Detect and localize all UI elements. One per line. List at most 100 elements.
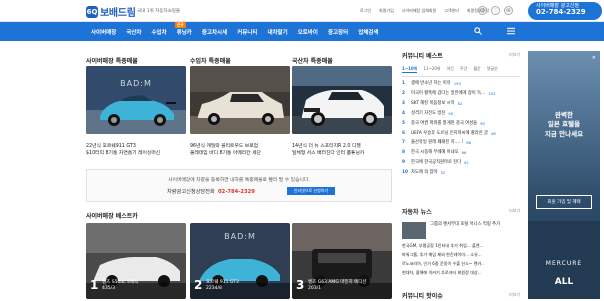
cyber-featured-title: 사이버매장 특중매물	[86, 58, 138, 65]
list-item[interactable]: 4 성격기 자전도 방진 90	[402, 109, 520, 119]
featured-caption-1[interactable]: 22년식 포르쉐911 GT3 $10터익 8기통 자연흡기 레이싱머신	[86, 143, 186, 157]
rank-number: 1	[402, 81, 405, 86]
comment-count: 52	[440, 170, 446, 176]
best-car-3[interactable]: 3 벤츠 G63 AMG 마진치 에디션 203/1	[292, 223, 392, 299]
list-item[interactable]: 10 차도에 의 잡아 52	[402, 168, 520, 178]
rank-number: 9	[402, 160, 405, 166]
featured-caption-2[interactable]: 96년식 캐딜락 플리트우드 브로엄 풀레데임 바디 8기통 아메리칸 세단	[190, 143, 290, 157]
community-tabs: 1~10위 11~20위 야간 주간 월간 댓글순	[402, 66, 520, 77]
comment-count: 46	[491, 130, 496, 136]
nav-community[interactable]: 커뮤니티	[232, 28, 262, 36]
best-caption-2: 포르쉐 911 GT3 2234/8	[206, 280, 239, 293]
best-rank-1: 1	[90, 278, 99, 292]
list-item[interactable]: 8 한국 시동해 무례해 아내오 66	[402, 148, 520, 158]
tab-comments[interactable]: 댓글순	[487, 66, 498, 73]
list-item[interactable]: 6 UEFA 우승후 도르님 인지파씨에 졸라온 글 46	[402, 129, 520, 139]
sidebar-ad-brand: MERCURE	[545, 260, 583, 267]
nav-motorcycle[interactable]: 오토바이	[293, 28, 323, 36]
featured-caption-3[interactable]: 14년식 더 뉴 스포티지R 2.0 디젤 일체형 서스 배터진다 인터 품튜닝…	[292, 143, 392, 157]
signup-link[interactable]: 회원가입	[379, 8, 394, 14]
logo-mark: 6Q	[86, 5, 98, 18]
news-headline[interactable]: 그룹의 벤서부대 포털 어니스 킥링 추가	[402, 222, 520, 239]
nav-tuning-label: 튜닝카	[176, 29, 192, 36]
rank-number: 8	[402, 150, 405, 156]
news-headline-text: 그룹의 벤서부대 포털 어니스 킥링 추가	[430, 222, 501, 227]
comment-count: 66	[466, 140, 472, 146]
list-item[interactable]: 파워그룹, 추가 매입 제외 한진레이아... 소유...	[402, 250, 520, 259]
rank-number: 6	[402, 130, 405, 136]
comment-count: 66	[461, 150, 467, 156]
tab-rank-11-20[interactable]: 11~20위	[423, 66, 440, 73]
best-rank-2: 2	[194, 278, 203, 292]
list-item[interactable]: 7 울산유일 원래 폐쇄된 지.....! 66	[402, 138, 520, 148]
featured-car-image-1[interactable]: BAD:M	[86, 66, 186, 134]
rank-number: 2	[402, 90, 405, 96]
tab-rank-1-10[interactable]: 1~10위	[402, 66, 418, 73]
tab-night[interactable]: 야간	[447, 66, 454, 73]
nav-cyber-store[interactable]: 사이버매장	[86, 28, 121, 36]
featured-car-image-2[interactable]	[190, 66, 290, 134]
domestic-featured-title: 국산차 특중매물	[292, 58, 333, 65]
car-news-more-link[interactable]: 더보기	[509, 208, 520, 214]
nav-used-price[interactable]: 중고차시세	[197, 28, 232, 36]
list-item[interactable]: 르노코리아, 인가 6중 운동이 수출 신소~ 렌카..	[402, 259, 520, 268]
nav-sell-my-car[interactable]: 내차팔기	[262, 28, 292, 36]
sidebar-ad-join-button[interactable]: 회원 가입 및 혜택	[536, 195, 592, 209]
sidebar-ad-line1: 완벽한	[555, 111, 573, 119]
list-item[interactable]: 한국GM, 부평공장 1인터내 추가 취업... 플랜...	[402, 241, 520, 250]
nav-tuning[interactable]: 튜닝카 신규	[172, 21, 197, 36]
post-title: 중국 여권 파워를 잘게된 중국 여성들	[411, 120, 478, 126]
heart-icon[interactable]: ♡	[491, 6, 500, 15]
list-item[interactable]: 9 한국에 한국공직원마로 진다 61	[402, 158, 520, 168]
top-links: 로그인 회원가입 사이버매장 업체회원 고객센터 회원정보수정	[360, 8, 489, 14]
top-icons: ☺ ♡ ✉	[478, 6, 513, 15]
tagline: 국내 1위 자동차쇼핑몰	[137, 9, 180, 14]
nav-company-search[interactable]: 업체검색	[353, 28, 383, 36]
news-thumbnail	[402, 222, 426, 239]
imported-featured-title: 수입차 특중매물	[190, 58, 231, 65]
featured-caption-3-sub: 일체형 서스 배터진다 인터 품튜닝카	[292, 151, 365, 157]
tab-weekly[interactable]: 주간	[460, 66, 467, 73]
sidebar-ad-headline: 완벽한 일본 호텔을 지금 만나세요	[528, 111, 600, 139]
nav-domestic[interactable]: 국산차	[121, 28, 146, 36]
bell-icon[interactable]: ✉	[504, 6, 513, 15]
featured-caption-1-title: 22년식 포르쉐911 GT3	[86, 144, 136, 149]
featured-car-image-3[interactable]	[292, 66, 392, 134]
tab-monthly[interactable]: 월간	[473, 66, 480, 73]
best-views-2: 2234/8	[206, 286, 222, 292]
best-car-2[interactable]: BAD:M 2 포르쉐 911 GT3 2234/8	[190, 223, 290, 299]
login-link[interactable]: 로그인	[360, 8, 371, 14]
best-cars-title: 사이버매장 베스트카	[86, 213, 138, 220]
nav-imported[interactable]: 수입차	[147, 28, 172, 36]
community-best-title: 커뮤니티 베스트	[402, 53, 443, 60]
nav-used-market[interactable]: 중고장터	[323, 28, 353, 36]
list-item[interactable]: 5 중국 여권 파워를 잘게된 중국 여성들 90	[402, 119, 520, 129]
ad-close-icon[interactable]: ✕	[528, 55, 600, 61]
community-hot-panel: 커뮤니티 핫이슈 더보기	[402, 291, 520, 300]
post-title: 울산유일 원래 폐쇄된 지.....!	[411, 140, 464, 146]
best-car-1[interactable]: 1 벤츠 S500L 4매틱 435/3	[86, 223, 186, 299]
comment-count: 90	[448, 110, 454, 116]
svg-text:BAD:M: BAD:M	[120, 79, 152, 88]
person-icon[interactable]: ☺	[478, 6, 487, 15]
community-hot-more-link[interactable]: 더보기	[509, 292, 520, 298]
post-title: UEFA 우승후 도르님 인지파씨에 졸라온 글	[411, 130, 489, 136]
dealer-member-link[interactable]: 사이버매장 업체회원	[402, 8, 436, 14]
customer-center-link[interactable]: 고객센터	[444, 8, 459, 14]
search-icon[interactable]	[474, 27, 482, 37]
ad-request-phone-button[interactable]: 사이버매장 광고신청 02-784-2329	[528, 2, 602, 20]
menu-icon[interactable]	[507, 27, 515, 37]
sidebar-ad[interactable]: ✕ 완벽한 일본 호텔을 지금 만나세요 회원 가입 및 혜택 MERCURE …	[528, 51, 600, 299]
best-views-1: 435/3	[102, 286, 115, 292]
list-item[interactable]: 1 생애 반소년 하는 이유 193	[402, 79, 520, 89]
list-item[interactable]: 현대차, 올해애 이커기 추로카터 회원정 대상...	[402, 268, 520, 277]
community-best-more-link[interactable]: 더보기	[509, 52, 520, 58]
comment-count: 82	[457, 100, 463, 106]
rank-number: 5	[402, 120, 405, 126]
list-item[interactable]: 2 미국이 황폭에 갔다는 일본에게 갈이 득... 103	[402, 89, 520, 99]
ad-request-phone: 02-784-2329	[218, 189, 255, 195]
apply-online-button[interactable]: 인터넷으로 신청하기	[287, 187, 335, 195]
best-caption-1: 벤츠 S500L 4매틱 435/3	[102, 280, 138, 293]
logo[interactable]: 6Q 보배드림	[86, 4, 136, 19]
list-item[interactable]: 3 SKT 해킹 복음정보 시작 82	[402, 99, 520, 109]
